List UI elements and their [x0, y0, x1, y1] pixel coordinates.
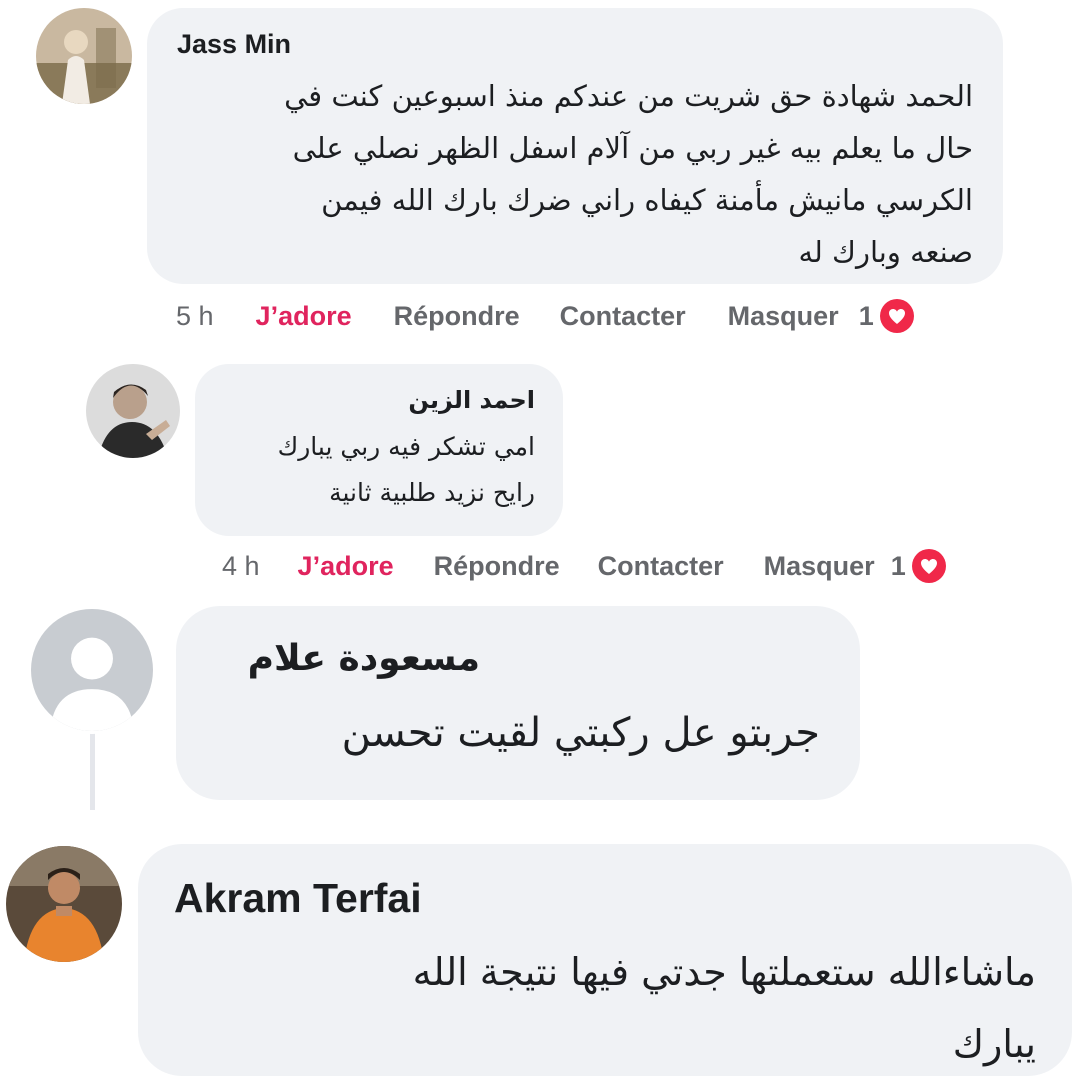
- comment-author[interactable]: احمد الزين: [223, 384, 535, 416]
- like-button[interactable]: J’adore: [298, 551, 394, 582]
- comment-actions: 4 h J’adore Répondre Contacter Masquer 1: [222, 546, 946, 586]
- comment-text: الحمد شهادة حق شريت من عندكم منذ اسبوعين…: [177, 70, 973, 278]
- profile-photo-icon: [6, 846, 122, 962]
- avatar-jass-min[interactable]: [36, 8, 132, 104]
- avatar-akram-terfai[interactable]: [6, 846, 122, 962]
- comment-author[interactable]: Akram Terfai: [174, 872, 1036, 924]
- comment-text: امي تشكر فيه ربي يبارك رايح نزيد طلبية ث…: [223, 424, 535, 516]
- comment-line: جربتو عل ركبتي لقيت تحسن: [341, 710, 820, 756]
- timestamp[interactable]: 4 h: [222, 551, 260, 582]
- like-button[interactable]: J’adore: [256, 301, 352, 332]
- reaction-summary[interactable]: 1: [891, 549, 946, 583]
- comment-bubble-jass-min: Jass Min الحمد شهادة حق شريت من عندكم من…: [147, 8, 1003, 284]
- comment-text: جربتو عل ركبتي لقيت تحسن: [216, 698, 820, 768]
- default-profile-icon: [31, 609, 153, 731]
- comment-line: ماشاءالله ستعملتها جدتي فيها نتيجة الله: [412, 950, 1036, 994]
- hide-button[interactable]: Masquer: [764, 551, 875, 582]
- hide-button[interactable]: Masquer: [728, 301, 839, 332]
- contact-button[interactable]: Contacter: [560, 301, 686, 332]
- reply-button[interactable]: Répondre: [394, 301, 520, 332]
- contact-button[interactable]: Contacter: [598, 551, 724, 582]
- comments-screenshot: Jass Min الحمد شهادة حق شريت من عندكم من…: [0, 0, 1080, 1080]
- comment-line: حال ما يعلم بيه غير ربي من آلام اسفل الظ…: [292, 131, 973, 165]
- heart-reaction-icon: [879, 299, 914, 333]
- comment-actions: 5 h J’adore Répondre Contacter Masquer 1: [176, 296, 914, 336]
- comment-text: ماشاءالله ستعملتها جدتي فيها نتيجة الله …: [174, 936, 1036, 1076]
- comment-bubble-ahmed-zein: احمد الزين امي تشكر فيه ربي يبارك رايح ن…: [195, 364, 563, 536]
- avatar-ahmed-zein[interactable]: [86, 364, 180, 458]
- comment-bubble-akram-terfai: Akram Terfai ماشاءالله ستعملتها جدتي فيه…: [138, 844, 1072, 1076]
- reply-button[interactable]: Répondre: [434, 551, 560, 582]
- comment-author[interactable]: Jass Min: [177, 26, 973, 62]
- reaction-count: 1: [858, 300, 874, 331]
- profile-photo-icon: [36, 8, 132, 104]
- reaction-summary[interactable]: 1: [859, 299, 914, 333]
- comment-line: يبارك: [952, 1022, 1036, 1066]
- comment-author[interactable]: مسعودة علام: [216, 632, 820, 686]
- comment-line: الحمد شهادة حق شريت من عندكم منذ اسبوعين…: [284, 79, 973, 113]
- comment-bubble-masouda-allam: مسعودة علام جربتو عل ركبتي لقيت تحسن: [176, 606, 860, 800]
- avatar-default-profile[interactable]: [28, 606, 156, 734]
- comment-line: رايح نزيد طلبية ثانية: [329, 478, 535, 507]
- comment-line: امي تشكر فيه ربي يبارك: [277, 432, 535, 461]
- reaction-count: 1: [890, 550, 906, 581]
- timestamp[interactable]: 5 h: [176, 301, 214, 332]
- comment-line: صنعه وبارك له: [798, 235, 973, 269]
- comment-line: الكرسي مانيش مأمنة كيفاه راني ضرك بارك ا…: [321, 183, 973, 217]
- heart-reaction-icon: [911, 549, 946, 583]
- thread-connector-line: [90, 722, 95, 810]
- profile-photo-icon: [86, 364, 180, 458]
